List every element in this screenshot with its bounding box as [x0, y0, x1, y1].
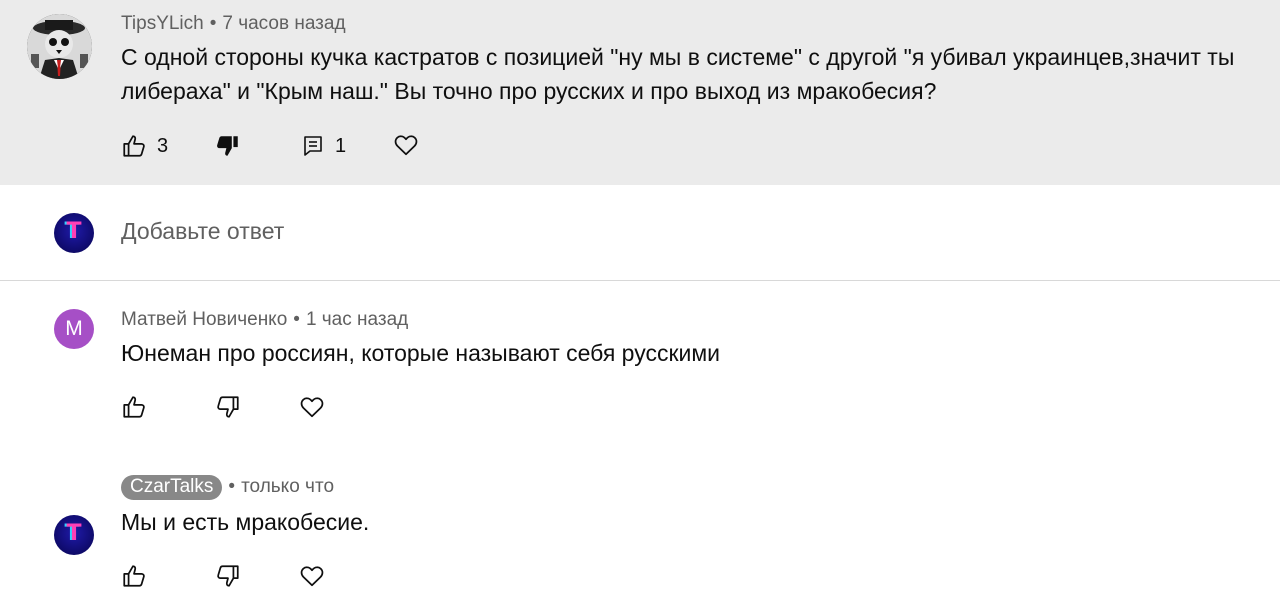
author-name[interactable]: TipsYLich — [121, 13, 204, 34]
avatar[interactable]: T — [54, 515, 94, 555]
like-button[interactable] — [121, 394, 147, 420]
dislike-button[interactable] — [215, 563, 241, 589]
dislike-button[interactable] — [215, 394, 241, 420]
comment-meta: TipsYLich • 7 часов назад — [121, 13, 346, 34]
avatar[interactable]: М — [54, 309, 94, 349]
comment-text: Юнеман про россиян, которые называют себ… — [121, 340, 721, 366]
replies-button[interactable]: 1 — [301, 133, 346, 159]
timestamp[interactable]: 7 часов назад — [222, 13, 345, 34]
comment-text: С одной стороны кучка кастратов с позици… — [121, 44, 1235, 104]
comment-meta: Матвей Новиченко • 1 час назад — [121, 309, 409, 330]
thumbs-up-icon — [123, 396, 145, 418]
heart-icon — [300, 566, 324, 587]
timestamp[interactable]: только что — [241, 476, 334, 497]
dislike-button[interactable] — [215, 133, 241, 159]
thumbs-down-icon — [217, 396, 239, 418]
comment-thread: TipsYLich • 7 часов назад С одной стороны … — [0, 0, 1280, 616]
like-count: 3 — [157, 134, 169, 157]
current-user-avatar[interactable]: T — [54, 213, 94, 253]
like-button[interactable]: 3 — [121, 133, 168, 159]
author-name[interactable]: Матвей Новиченко — [121, 309, 287, 330]
thumbs-up-icon — [123, 565, 145, 587]
thumbs-down-icon — [217, 565, 239, 587]
thumbs-up-icon — [123, 135, 145, 157]
heart-button[interactable] — [393, 132, 419, 158]
like-button[interactable] — [121, 563, 147, 589]
add-reply-input[interactable]: Добавьте ответ — [121, 218, 284, 245]
timestamp[interactable]: 1 час назад — [306, 309, 408, 330]
comment-meta: CzarTalks • только что — [121, 475, 334, 500]
avatar[interactable] — [27, 14, 92, 79]
heart-button[interactable] — [299, 563, 325, 589]
heart-icon — [394, 135, 418, 156]
skull-avatar-icon — [27, 14, 92, 79]
comment-icon — [304, 136, 322, 156]
thumbs-down-filled-icon — [217, 136, 238, 156]
heart-icon — [300, 397, 324, 418]
reply-count: 1 — [335, 134, 347, 157]
comment-text: Мы и есть мракобесие. — [121, 509, 370, 535]
heart-button[interactable] — [299, 394, 325, 420]
author-name-chip[interactable]: CzarTalks — [121, 475, 223, 500]
